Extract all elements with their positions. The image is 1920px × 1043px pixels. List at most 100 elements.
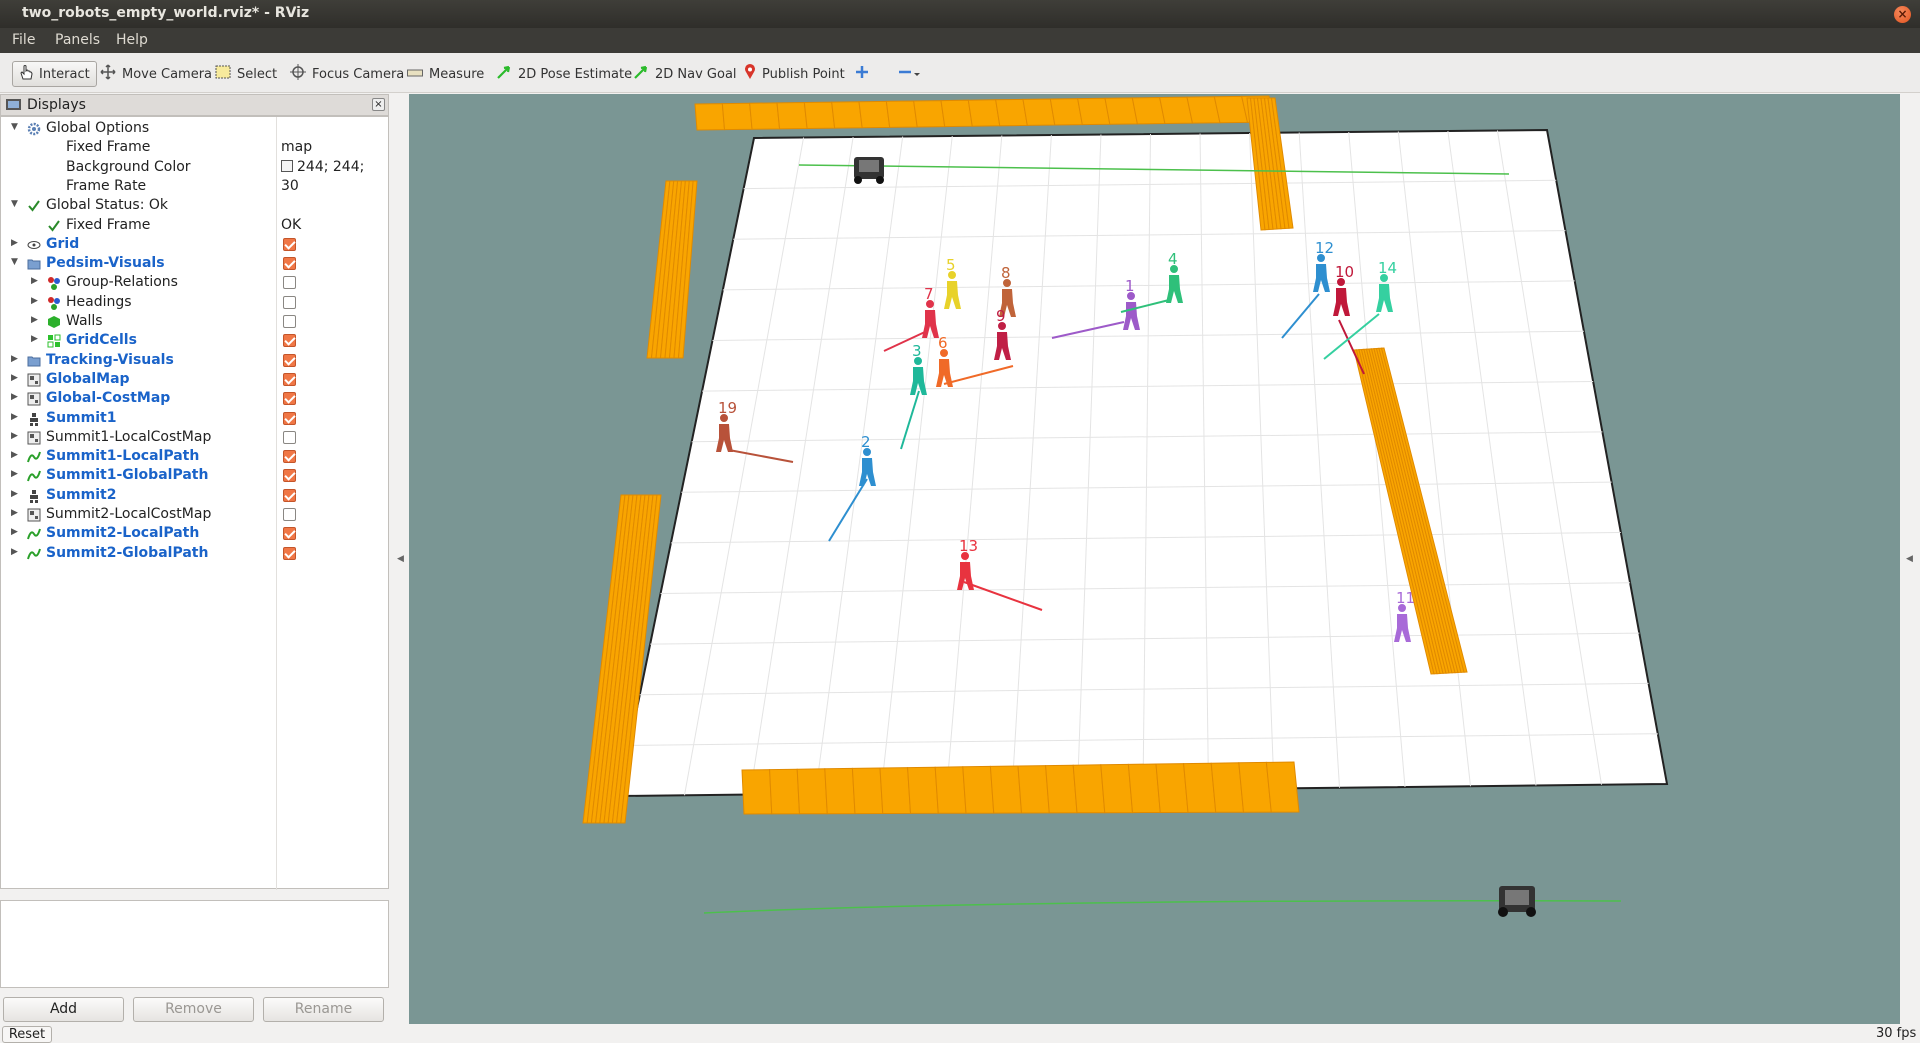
enable-checkbox[interactable]: [283, 295, 296, 309]
display-row-fixed-frame[interactable]: Fixed Frame OK: [1, 216, 388, 235]
display-name: Summit2-LocalPath: [46, 525, 200, 542]
display-row-global-options[interactable]: ▼ Global Options: [1, 119, 388, 138]
display-row-global-costmap[interactable]: ▶ Global-CostMap: [1, 389, 388, 408]
enable-checkbox[interactable]: [283, 488, 296, 502]
property-value-cell[interactable]: 244; 244;: [281, 159, 364, 175]
enable-checkbox[interactable]: [283, 315, 296, 328]
property-value[interactable]: 30: [281, 178, 299, 194]
left-splitter[interactable]: ◀: [389, 94, 409, 1024]
enable-checkbox[interactable]: [283, 392, 296, 406]
display-row-background-color[interactable]: Background Color 244; 244;: [1, 158, 388, 177]
display-row-globalmap[interactable]: ▶ GlobalMap: [1, 370, 388, 389]
remove-tool-dropdown[interactable]: [898, 61, 926, 87]
reset-button[interactable]: Reset: [2, 1026, 52, 1043]
interact-tool-button[interactable]: Interact: [12, 61, 97, 87]
wall-segment: [1210, 762, 1245, 813]
expand-closed-icon[interactable]: ▶: [11, 508, 21, 518]
display-row-pedsim-visuals[interactable]: ▼ Pedsim-Visuals: [1, 254, 388, 273]
move-camera-tool-button[interactable]: Move Camera: [100, 61, 212, 87]
wall-segment: [851, 767, 884, 815]
display-row-summit1-localcostmap[interactable]: ▶ Summit1-LocalCostMap: [1, 428, 388, 447]
expand-closed-icon[interactable]: ▶: [11, 431, 21, 441]
expand-closed-icon[interactable]: ▶: [31, 315, 41, 325]
enable-checkbox[interactable]: [283, 276, 296, 290]
enable-checkbox[interactable]: [283, 430, 296, 444]
property-value[interactable]: map: [281, 139, 312, 155]
display-row-global-status-ok[interactable]: ▼ Global Status: Ok: [1, 196, 388, 215]
expand-closed-icon[interactable]: ▶: [31, 276, 41, 286]
expand-closed-icon[interactable]: ▶: [11, 469, 21, 479]
property-value[interactable]: OK: [281, 217, 301, 233]
display-row-tracking-visuals[interactable]: ▶ Tracking-Visuals: [1, 351, 388, 370]
display-row-headings[interactable]: ▶ Headings: [1, 293, 388, 312]
expand-open-icon[interactable]: ▼: [11, 257, 21, 267]
add-display-button[interactable]: Add: [3, 997, 124, 1022]
display-row-grid[interactable]: ▶ Grid: [1, 235, 388, 254]
enable-checkbox[interactable]: [283, 334, 296, 348]
select-tool-button[interactable]: Select: [215, 61, 277, 87]
menu-help[interactable]: Help: [116, 32, 148, 48]
property-value[interactable]: 244; 244;: [297, 159, 364, 175]
add-tool-button[interactable]: [855, 61, 875, 87]
publish-point-label: Publish Point: [762, 66, 845, 82]
enable-checkbox[interactable]: [283, 469, 296, 483]
enable-checkbox[interactable]: [283, 411, 296, 425]
rename-display-button[interactable]: Rename: [263, 997, 384, 1022]
menu-file[interactable]: File: [12, 32, 35, 48]
close-window-button[interactable]: ×: [1894, 6, 1911, 23]
property-value-cell[interactable]: map: [281, 139, 312, 155]
property-value-cell[interactable]: OK: [281, 217, 301, 233]
agent-id-label: 14: [1378, 259, 1397, 277]
display-row-summit2-localpath[interactable]: ▶ Summit2-LocalPath: [1, 524, 388, 543]
display-row-summit2-localcostmap[interactable]: ▶ Summit2-LocalCostMap: [1, 505, 388, 524]
expand-closed-icon[interactable]: ▶: [31, 334, 41, 344]
expand-closed-icon[interactable]: ▶: [11, 489, 21, 499]
enable-checkbox[interactable]: [283, 527, 296, 541]
expand-closed-icon[interactable]: ▶: [11, 392, 21, 402]
expand-closed-icon[interactable]: ▶: [11, 373, 21, 383]
grid-icon: [27, 238, 41, 252]
expand-closed-icon[interactable]: ▶: [11, 412, 21, 422]
enable-checkbox[interactable]: [283, 546, 296, 560]
publish-point-tool-button[interactable]: Publish Point: [744, 61, 845, 87]
pose-estimate-tool-button[interactable]: 2D Pose Estimate: [496, 61, 632, 87]
collapse-right-icon[interactable]: ◀: [1906, 554, 1913, 564]
enable-checkbox[interactable]: [283, 450, 296, 464]
collapse-left-icon[interactable]: ◀: [397, 554, 404, 564]
expand-closed-icon[interactable]: ▶: [11, 527, 21, 537]
display-row-fixed-frame[interactable]: Fixed Frame map: [1, 138, 388, 157]
display-row-frame-rate[interactable]: Frame Rate 30: [1, 177, 388, 196]
expand-closed-icon[interactable]: ▶: [11, 547, 21, 557]
enable-checkbox[interactable]: [283, 257, 296, 271]
color-swatch[interactable]: [281, 159, 293, 172]
property-value-cell[interactable]: 30: [281, 178, 299, 194]
expand-closed-icon[interactable]: ▶: [11, 450, 21, 460]
display-row-walls[interactable]: ▶ Walls: [1, 312, 388, 331]
expand-closed-icon[interactable]: ▶: [11, 238, 21, 248]
expand-closed-icon[interactable]: ▶: [31, 296, 41, 306]
enable-checkbox[interactable]: [283, 353, 296, 367]
close-panel-icon[interactable]: ×: [372, 98, 385, 111]
3d-viewport[interactable]: 1 2 3 4 5 6 7 8 9 10 11 12 13 14 19: [409, 94, 1900, 1024]
remove-display-button[interactable]: Remove: [133, 997, 254, 1022]
display-row-gridcells[interactable]: ▶ GridCells: [1, 331, 388, 350]
expand-closed-icon[interactable]: ▶: [11, 354, 21, 364]
nav-goal-tool-button[interactable]: 2D Nav Goal: [633, 61, 737, 87]
expand-open-icon[interactable]: ▼: [11, 122, 21, 132]
display-row-summit1-localpath[interactable]: ▶ Summit1-LocalPath: [1, 447, 388, 466]
display-row-summit2-globalpath[interactable]: ▶ Summit2-GlobalPath: [1, 544, 388, 563]
enable-checkbox[interactable]: [283, 237, 296, 251]
focus-camera-tool-button[interactable]: Focus Camera: [290, 61, 404, 87]
right-splitter[interactable]: ◀: [1900, 94, 1920, 1024]
expand-open-icon[interactable]: ▼: [11, 199, 21, 209]
enable-checkbox[interactable]: [283, 508, 296, 521]
focus-camera-label: Focus Camera: [312, 66, 405, 82]
measure-tool-button[interactable]: Measure: [407, 61, 484, 87]
display-row-summit2[interactable]: ▶ Summit2: [1, 486, 388, 505]
scene-canvas[interactable]: 123456789101112131419: [409, 94, 1900, 1024]
display-row-summit1[interactable]: ▶ Summit1: [1, 409, 388, 428]
menu-panels[interactable]: Panels: [55, 32, 100, 48]
enable-checkbox[interactable]: [283, 372, 296, 386]
display-row-group-relations[interactable]: ▶ Group-Relations: [1, 273, 388, 292]
display-row-summit1-globalpath[interactable]: ▶ Summit1-GlobalPath: [1, 466, 388, 485]
